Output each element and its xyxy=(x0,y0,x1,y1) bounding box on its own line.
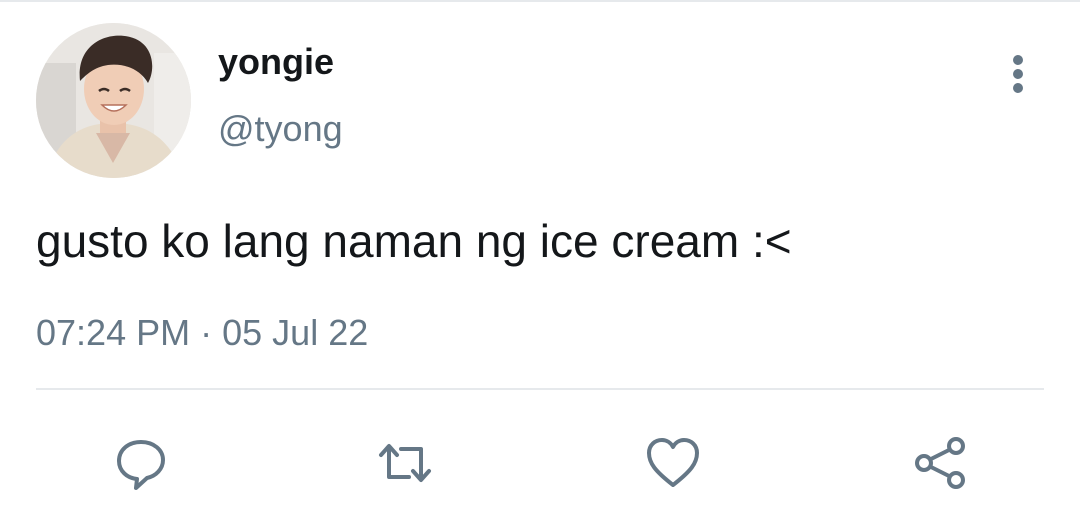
retweet-icon xyxy=(379,444,431,482)
divider xyxy=(36,388,1044,390)
tweet-text: gusto ko lang naman ng ice cream :< xyxy=(36,215,792,267)
more-options-button[interactable] xyxy=(1000,50,1036,98)
avatar-image xyxy=(36,23,191,178)
top-border xyxy=(0,0,1080,2)
reply-icon xyxy=(117,440,165,490)
like-button[interactable] xyxy=(638,428,708,498)
avatar[interactable] xyxy=(36,23,191,178)
more-vertical-icon xyxy=(1013,55,1023,93)
tweet-date: 05 Jul 22 xyxy=(222,312,369,353)
tweet-time: 07:24 PM xyxy=(36,312,191,353)
retweet-button[interactable] xyxy=(370,428,440,498)
share-icon xyxy=(915,437,965,489)
meta-separator: · xyxy=(200,312,213,353)
author-display-name[interactable]: yongie xyxy=(218,40,334,84)
heart-icon xyxy=(647,438,699,487)
share-button[interactable] xyxy=(905,428,975,498)
reply-button[interactable] xyxy=(106,428,176,498)
author-handle[interactable]: @tyong xyxy=(218,107,343,151)
tweet-timestamp: 07:24 PM · 05 Jul 22 xyxy=(36,310,368,356)
